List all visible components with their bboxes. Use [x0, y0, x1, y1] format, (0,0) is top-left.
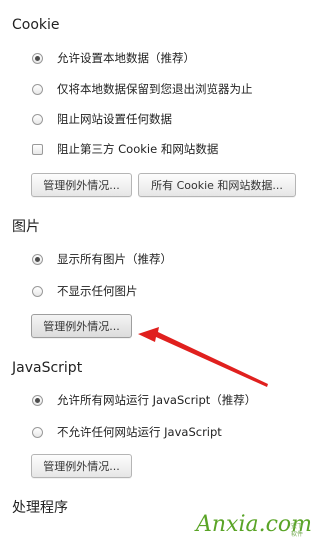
javascript-heading: JavaScript	[12, 360, 83, 376]
watermark-small-text: 安下	[291, 523, 304, 530]
images-option-show-all[interactable]: 显示所有图片（推荐）	[32, 250, 172, 268]
red-arrow-annotation	[138, 327, 268, 387]
cookie-option-keep-until-exit[interactable]: 仅将本地数据保留到您退出浏览器为止	[32, 80, 253, 98]
javascript-option-allow-all[interactable]: 允许所有网站运行 JavaScript（推荐）	[32, 391, 256, 409]
images-heading: 图片	[12, 219, 40, 235]
option-label: 显示所有图片（推荐）	[57, 252, 172, 266]
radio-checked-icon[interactable]	[32, 394, 43, 406]
option-label: 不显示任何图片	[57, 284, 138, 298]
radio-icon[interactable]	[32, 285, 43, 297]
cookie-option-allow-local-data[interactable]: 允许设置本地数据（推荐）	[32, 49, 195, 67]
handlers-heading: 处理程序	[12, 500, 68, 516]
option-label: 允许所有网站运行 JavaScript（推荐）	[57, 393, 257, 407]
images-manage-exceptions-button[interactable]: 管理例外情况...	[31, 314, 132, 338]
radio-icon[interactable]	[32, 426, 43, 438]
radio-checked-icon[interactable]	[32, 52, 43, 64]
javascript-manage-exceptions-button[interactable]: 管理例外情况...	[31, 454, 132, 478]
cookie-manage-exceptions-button[interactable]: 管理例外情况...	[31, 173, 132, 197]
cookie-option-block-all[interactable]: 阻止网站设置任何数据	[32, 110, 172, 128]
cookie-block-third-party[interactable]: 阻止第三方 Cookie 和网站数据	[32, 140, 218, 158]
images-option-show-none[interactable]: 不显示任何图片	[32, 282, 138, 300]
option-label: 允许设置本地数据（推荐）	[57, 51, 195, 65]
option-label: 仅将本地数据保留到您退出浏览器为止	[57, 82, 253, 96]
radio-checked-icon[interactable]	[32, 253, 43, 265]
all-cookies-site-data-button[interactable]: 所有 Cookie 和网站数据...	[138, 173, 296, 197]
watermark-small-text-2: 软件	[291, 531, 304, 538]
javascript-option-block-all[interactable]: 不允许任何网站运行 JavaScript	[32, 423, 222, 441]
option-label: 阻止第三方 Cookie 和网站数据	[57, 142, 219, 156]
radio-icon[interactable]	[32, 83, 43, 95]
option-label: 阻止网站设置任何数据	[57, 112, 172, 126]
cookie-heading: Cookie	[12, 17, 60, 33]
checkbox-icon[interactable]	[32, 143, 43, 155]
radio-icon[interactable]	[32, 113, 43, 125]
option-label: 不允许任何网站运行 JavaScript	[57, 425, 222, 439]
